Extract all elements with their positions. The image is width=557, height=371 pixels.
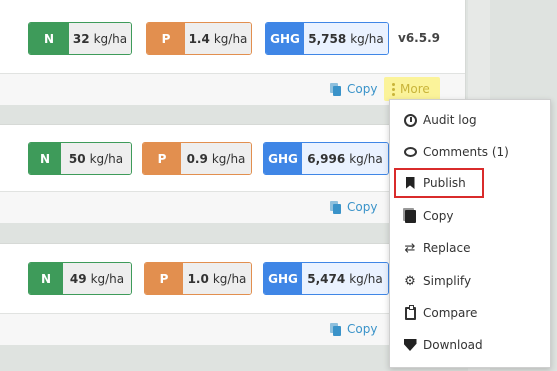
phosphorus-unit: kg/ha	[213, 31, 248, 46]
phosphorus-unit: kg/ha	[212, 271, 247, 286]
more-button[interactable]: More	[384, 77, 440, 101]
phosphorus-value: 1.0 kg/ha	[183, 263, 251, 294]
copy-button[interactable]: Copy	[330, 195, 377, 219]
swap-icon: ⇄	[404, 240, 416, 256]
phosphorus-badge: P 1.0 kg/ha	[144, 262, 252, 295]
menu-item-label: Audit log	[423, 113, 477, 127]
menu-item-label: Publish	[423, 176, 466, 190]
phosphorus-label: P	[147, 23, 185, 54]
nitrogen-label: N	[29, 23, 69, 54]
phosphorus-number: 0.9	[186, 151, 208, 166]
phosphorus-value: 0.9 kg/ha	[181, 143, 251, 174]
ghg-number: 5,474	[307, 271, 346, 286]
nitrogen-label: N	[29, 143, 61, 174]
nitrogen-number: 50	[68, 151, 86, 166]
ghg-value: 5,758 kg/ha	[304, 23, 388, 54]
menu-item-audit-log[interactable]: Audit log	[394, 105, 542, 135]
ghg-badge: GHG 5,474 kg/ha	[263, 262, 389, 295]
ghg-label: GHG	[264, 143, 302, 174]
menu-item-download[interactable]: Download	[394, 330, 542, 360]
menu-item-label: Compare	[423, 306, 478, 320]
copy-button[interactable]: Copy	[330, 77, 377, 101]
copy-icon	[403, 209, 417, 223]
nitrogen-value: 32 kg/ha	[69, 23, 131, 54]
menu-item-compare[interactable]: Compare	[394, 298, 542, 328]
menu-item-label: Simplify	[423, 274, 472, 288]
ghg-label: GHG	[264, 263, 302, 294]
menu-item-label: Download	[423, 338, 483, 352]
menu-item-label: Copy	[423, 209, 454, 223]
menu-item-comments[interactable]: Comments (1)	[394, 137, 542, 167]
ghg-value: 6,996 kg/ha	[302, 143, 388, 174]
copy-icon	[330, 82, 342, 96]
menu-item-label: Comments (1)	[423, 145, 509, 159]
ghg-unit: kg/ha	[349, 271, 383, 286]
nitrogen-unit: kg/ha	[93, 31, 128, 46]
menu-item-replace[interactable]: ⇄ Replace	[394, 233, 542, 263]
phosphorus-unit: kg/ha	[211, 151, 246, 166]
phosphorus-number: 1.4	[188, 31, 210, 46]
clipboard-check-icon	[403, 304, 417, 320]
copy-label: Copy	[347, 322, 378, 336]
nitrogen-value: 49 kg/ha	[63, 263, 131, 294]
download-shield-icon	[403, 338, 417, 352]
nitrogen-number: 32	[72, 31, 90, 46]
result-card-1: N 32 kg/ha P 1.4 kg/ha GHG 5,758 kg/ha v…	[0, 0, 466, 105]
phosphorus-value: 1.4 kg/ha	[185, 23, 251, 54]
copy-label: Copy	[347, 82, 378, 96]
phosphorus-label: P	[145, 263, 183, 294]
phosphorus-label: P	[143, 143, 181, 174]
ghg-unit: kg/ha	[349, 151, 383, 166]
phosphorus-number: 1.0	[187, 271, 209, 286]
menu-item-copy[interactable]: Copy	[394, 201, 542, 231]
ghg-number: 6,996	[307, 151, 346, 166]
ghg-number: 5,758	[308, 31, 347, 46]
more-label: More	[400, 82, 430, 96]
more-dropdown-menu: Audit log Comments (1) Publish Copy ⇄ Re…	[389, 99, 551, 368]
copy-button[interactable]: Copy	[330, 317, 377, 341]
menu-item-simplify[interactable]: ⚙ Simplify	[394, 266, 542, 296]
ghg-badge: GHG 6,996 kg/ha	[263, 142, 389, 175]
version-label: v6.5.9	[398, 31, 440, 45]
copy-icon	[330, 322, 342, 336]
ghg-value: 5,474 kg/ha	[302, 263, 388, 294]
menu-item-label: Replace	[423, 241, 471, 255]
nitrogen-badge: N 32 kg/ha	[28, 22, 132, 55]
menu-item-publish[interactable]: Publish	[394, 168, 484, 198]
ghg-label: GHG	[266, 23, 304, 54]
nitrogen-unit: kg/ha	[89, 151, 124, 166]
ghg-unit: kg/ha	[350, 31, 384, 46]
copy-icon	[330, 200, 342, 214]
bookmark-icon	[403, 176, 417, 190]
phosphorus-badge: P 0.9 kg/ha	[142, 142, 252, 175]
phosphorus-badge: P 1.4 kg/ha	[146, 22, 252, 55]
clock-icon	[403, 113, 417, 127]
nitrogen-badge: N 49 kg/ha	[28, 262, 132, 295]
comment-icon	[403, 145, 417, 159]
nitrogen-label: N	[29, 263, 63, 294]
nitrogen-number: 49	[69, 271, 87, 286]
nitrogen-unit: kg/ha	[90, 271, 125, 286]
ghg-badge: GHG 5,758 kg/ha	[265, 22, 389, 55]
simplify-icon: ⚙	[404, 273, 416, 289]
more-dots-icon	[392, 82, 395, 96]
nitrogen-value: 50 kg/ha	[61, 143, 131, 174]
copy-label: Copy	[347, 200, 378, 214]
nitrogen-badge: N 50 kg/ha	[28, 142, 132, 175]
